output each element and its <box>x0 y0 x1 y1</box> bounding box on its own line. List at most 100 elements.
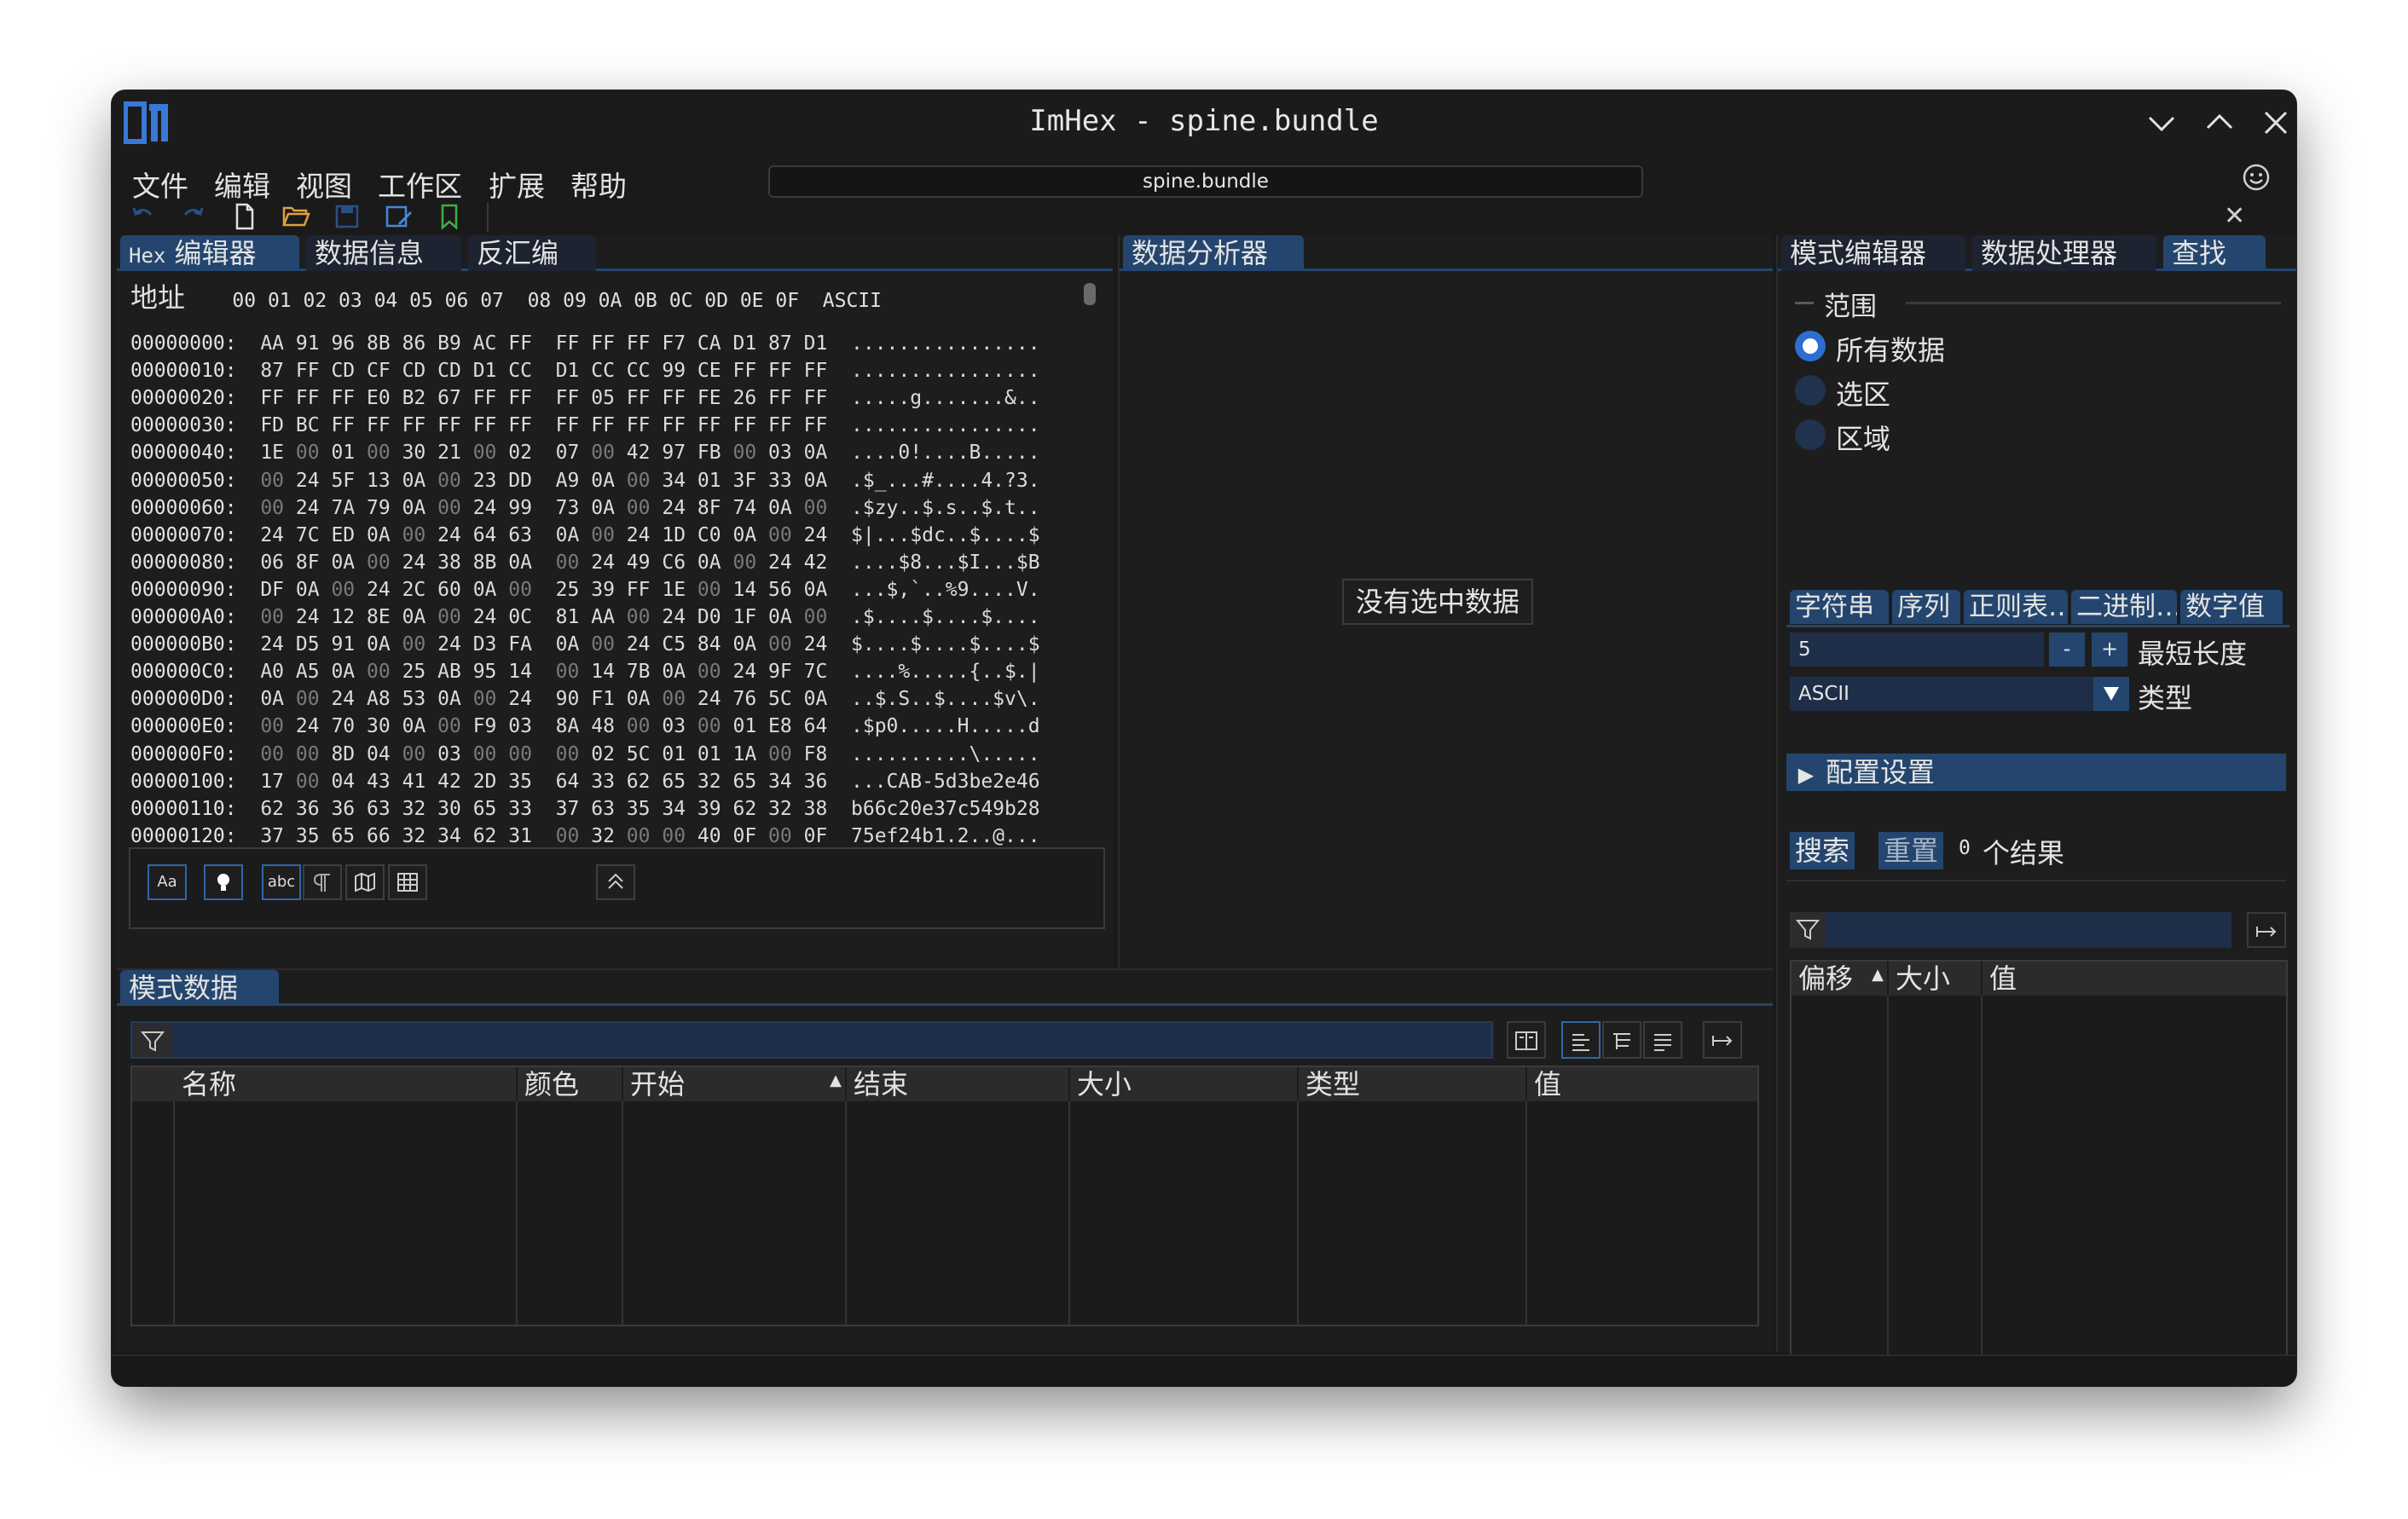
maximize-icon[interactable] <box>2199 102 2240 143</box>
column-value[interactable]: 值 <box>1525 1067 1757 1101</box>
column-start[interactable]: 开始 ▲ <box>622 1067 845 1101</box>
hex-row-ascii[interactable]: ....%.....{..$.| <box>851 661 1040 683</box>
new-file-icon[interactable] <box>229 201 260 232</box>
tab-pattern-data[interactable]: 模式数据 <box>120 970 279 1006</box>
menu-file[interactable]: 文件 <box>132 164 188 205</box>
increment-button[interactable]: + <box>2092 632 2127 667</box>
decrement-button[interactable]: - <box>2049 632 2085 667</box>
tab-find[interactable]: 查找 <box>2163 235 2266 271</box>
close-window-icon[interactable] <box>2255 102 2296 143</box>
hex-row-bytes[interactable]: 00 24 12 8E 0A 00 24 0C 81 AA 00 24 D0 1… <box>260 606 827 628</box>
hex-row-ascii[interactable]: ....0!....B..... <box>851 442 1040 464</box>
hex-row-bytes[interactable]: 62 36 36 63 32 30 65 33 37 63 35 34 39 6… <box>260 798 827 820</box>
hex-row[interactable]: 000000F0: 00 00 8D 04 00 03 00 00 00 02 … <box>130 743 1040 771</box>
hex-row-ascii[interactable]: 75ef24b1.2..@... <box>851 825 1040 847</box>
hex-row[interactable]: 00000100: 17 00 04 43 41 42 2D 35 64 33 … <box>130 771 1040 798</box>
minimize-icon[interactable] <box>2141 102 2182 143</box>
hex-row[interactable]: 000000C0: A0 A5 0A 00 25 AB 95 14 00 14 … <box>130 661 1040 688</box>
reset-button[interactable]: 重置 <box>1878 832 1944 869</box>
hex-row[interactable]: 00000050: 00 24 5F 13 0A 00 23 DD A9 0A … <box>130 470 1040 497</box>
tab-data-processor[interactable]: 数据处理器 <box>1972 235 2156 271</box>
hex-row-bytes[interactable]: 87 FF CD CF CD CD D1 CC D1 CC CC 99 CE F… <box>260 360 827 382</box>
table-view-button[interactable] <box>388 864 427 900</box>
search-button[interactable]: 搜索 <box>1790 832 1855 869</box>
type-dropdown-button[interactable] <box>2093 677 2129 711</box>
hex-row-ascii[interactable]: .$....$....$.... <box>851 606 1040 628</box>
column-size[interactable]: 大小 <box>1887 962 1981 996</box>
save-icon[interactable] <box>332 201 362 232</box>
tab-binary[interactable]: 二进制… <box>2071 590 2177 624</box>
menu-extensions[interactable]: 扩展 <box>489 164 545 205</box>
hex-row-bytes[interactable]: AA 91 96 8B 86 B9 AC FF FF FF FF F7 CA D… <box>260 332 827 355</box>
hex-row[interactable]: 00000060: 00 24 7A 79 0A 00 24 99 73 0A … <box>130 497 1040 524</box>
hex-row-ascii[interactable]: .$zy..$.s..$.t.. <box>851 497 1040 519</box>
hex-row-bytes[interactable]: 1E 00 01 00 30 21 00 02 07 00 42 97 FB 0… <box>260 442 827 464</box>
hex-row-bytes[interactable]: FD BC FF FF FF FF FF FF FF FF FF FF FF F… <box>260 414 827 436</box>
bookmark-icon[interactable] <box>434 201 465 232</box>
column-color[interactable]: 颜色 <box>516 1067 622 1101</box>
undo-icon[interactable] <box>127 201 158 232</box>
column-offset[interactable]: 偏移 ▲ <box>1792 962 1887 996</box>
file-tab[interactable]: spine.bundle <box>768 165 1643 198</box>
hex-row[interactable]: 000000E0: 00 24 70 30 0A 00 F9 03 8A 48 … <box>130 715 1040 742</box>
open-folder-icon[interactable] <box>281 201 311 232</box>
column-value[interactable]: 值 <box>1981 962 2286 996</box>
column-end[interactable]: 结束 <box>845 1067 1068 1101</box>
hex-row-ascii[interactable]: b66c20e37c549b28 <box>851 798 1040 820</box>
pattern-filter-input[interactable] <box>130 1021 1493 1059</box>
hex-row[interactable]: 000000B0: 24 D5 91 0A 00 24 D3 FA 0A 00 … <box>130 633 1040 661</box>
tree-view-button[interactable] <box>1602 1021 1641 1059</box>
ascii-toggle-button[interactable]: abc <box>262 864 301 900</box>
min-length-input[interactable]: 5 <box>1790 632 2044 667</box>
text-view-button[interactable] <box>1643 1021 1682 1059</box>
hex-row[interactable]: 00000070: 24 7C ED 0A 00 24 64 63 0A 00 … <box>130 524 1040 552</box>
hex-row-ascii[interactable]: $|...$dc..$....$ <box>851 524 1040 546</box>
hex-row-ascii[interactable]: .$_...#....4.?3. <box>851 470 1040 492</box>
hex-row-bytes[interactable]: 24 7C ED 0A 00 24 64 63 0A 00 24 1D C0 0… <box>260 524 827 546</box>
pilcrow-toggle-button[interactable] <box>303 864 342 900</box>
hex-row-ascii[interactable]: .$p0.....H.....d <box>851 715 1040 737</box>
flat-view-button[interactable] <box>1561 1021 1601 1059</box>
hex-row[interactable]: 00000040: 1E 00 01 00 30 21 00 02 07 00 … <box>130 442 1040 469</box>
tab-numeric[interactable]: 数字值 <box>2180 590 2283 624</box>
radio-all-data[interactable] <box>1795 331 1826 361</box>
collapse-footer-button[interactable] <box>596 864 635 900</box>
type-select[interactable]: ASCII <box>1790 677 2127 711</box>
tab-data-info[interactable]: 数据信息 <box>306 235 461 271</box>
hex-row-ascii[interactable]: ................ <box>851 360 1040 382</box>
tab-sequence[interactable]: 序列 <box>1892 590 1960 624</box>
hex-row-ascii[interactable]: ...$,`..%9....V. <box>851 579 1040 601</box>
tab-hex-editor[interactable]: Hex 编辑器 <box>120 235 299 271</box>
tab-strings[interactable]: 字符串 <box>1790 590 1889 624</box>
hex-row[interactable]: 00000030: FD BC FF FF FF FF FF FF FF FF … <box>130 414 1040 442</box>
hex-row-ascii[interactable]: ....$8...$I...$B <box>851 552 1040 574</box>
hex-scrollbar[interactable] <box>1084 283 1096 305</box>
hex-row-ascii[interactable]: ..$.S..$....$v\. <box>851 688 1040 710</box>
hex-row-bytes[interactable]: 00 24 70 30 0A 00 F9 03 8A 48 00 03 00 0… <box>260 715 827 737</box>
config-settings-header[interactable]: ▶ 配置设置 <box>1786 754 2286 791</box>
hex-row-bytes[interactable]: 17 00 04 43 41 42 2D 35 64 33 62 65 32 6… <box>260 771 827 793</box>
hex-row-ascii[interactable]: ................ <box>851 414 1040 436</box>
tab-disassembler[interactable]: 反汇编 <box>468 235 596 271</box>
column-type[interactable]: 类型 <box>1297 1067 1525 1101</box>
hex-row[interactable]: 00000110: 62 36 36 63 32 30 65 33 37 63 … <box>130 798 1040 825</box>
hex-row[interactable]: 00000080: 06 8F 0A 00 24 38 8B 0A 00 24 … <box>130 552 1040 579</box>
tab-regex[interactable]: 正则表… <box>1964 590 2068 624</box>
tab-pattern-editor[interactable]: 模式编辑器 <box>1781 235 1965 271</box>
hex-row-bytes[interactable]: 24 D5 91 0A 00 24 D3 FA 0A 00 24 C5 84 0… <box>260 633 827 656</box>
smiley-feedback-icon[interactable] <box>2241 162 2272 193</box>
save-as-icon[interactable] <box>383 201 414 232</box>
hex-row[interactable]: 00000000: AA 91 96 8B 86 B9 AC FF FF FF … <box>130 332 1040 360</box>
menu-workspace[interactable]: 工作区 <box>378 164 462 205</box>
results-export-button[interactable] <box>2247 912 2286 948</box>
hex-row-bytes[interactable]: 06 8F 0A 00 24 38 8B 0A 00 24 49 C6 0A 0… <box>260 552 827 574</box>
hex-row-ascii[interactable]: ...CAB-5d3be2e46 <box>851 771 1040 793</box>
hex-row-ascii[interactable]: $....$....$....$ <box>851 633 1040 656</box>
map-view-button[interactable] <box>345 864 385 900</box>
hex-row-bytes[interactable]: 0A 00 24 A8 53 0A 00 24 90 F1 0A 00 24 7… <box>260 688 827 710</box>
tab-data-analyzer[interactable]: 数据分析器 <box>1123 235 1304 271</box>
hex-row[interactable]: 00000090: DF 0A 00 24 2C 60 0A 00 25 39 … <box>130 579 1040 606</box>
highlight-bulb-button[interactable] <box>204 864 243 900</box>
menu-edit[interactable]: 编辑 <box>214 164 270 205</box>
hex-row[interactable]: 000000A0: 00 24 12 8E 0A 00 24 0C 81 AA … <box>130 606 1040 633</box>
